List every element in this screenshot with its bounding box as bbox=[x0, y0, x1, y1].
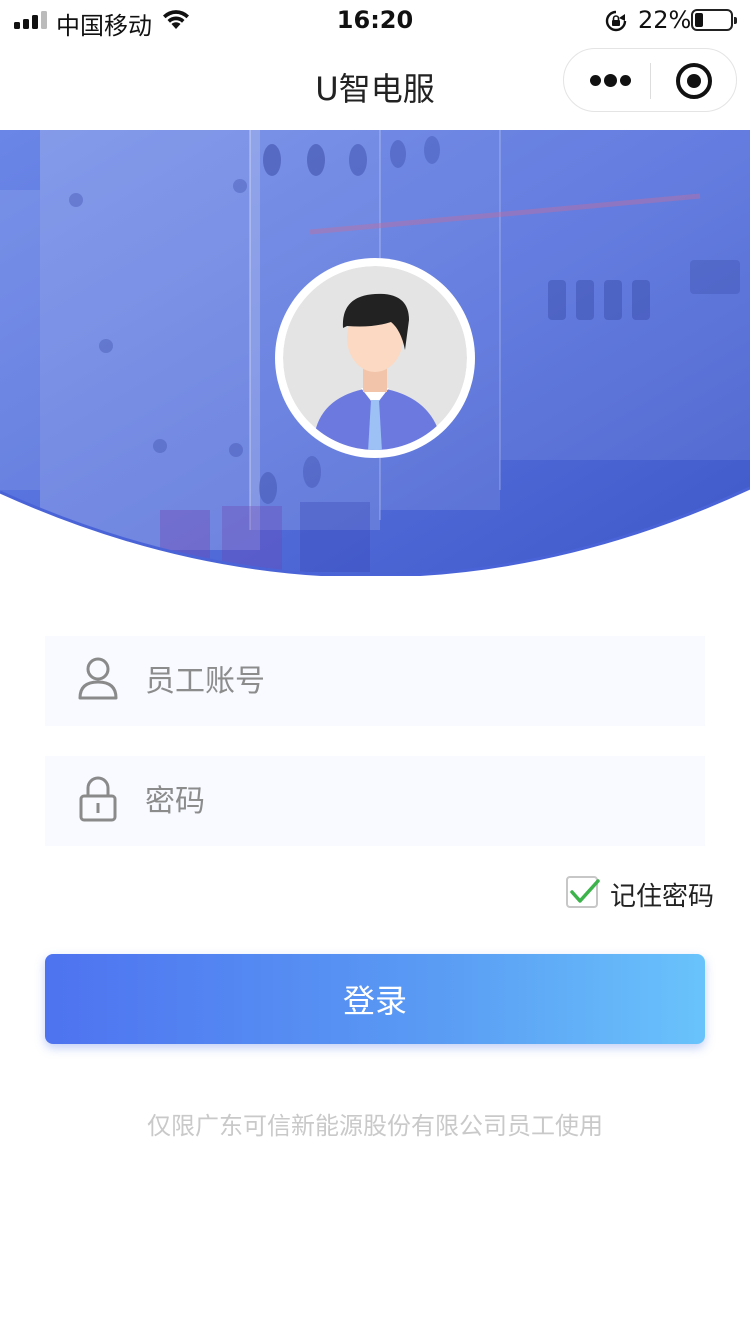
password-input[interactable] bbox=[145, 756, 685, 846]
password-field[interactable] bbox=[45, 756, 705, 846]
battery-percent: 22% bbox=[638, 6, 692, 34]
remember-label: 记住密码 bbox=[610, 882, 715, 912]
rotation-lock-icon bbox=[605, 10, 627, 32]
avatar bbox=[275, 258, 475, 458]
battery-icon bbox=[691, 9, 737, 31]
checkmark-icon bbox=[570, 879, 600, 903]
close-target-icon[interactable] bbox=[676, 63, 712, 99]
user-icon bbox=[78, 657, 118, 700]
status-bar: 中国移动 16:20 22% bbox=[0, 0, 750, 40]
more-icon[interactable] bbox=[590, 71, 631, 91]
username-input[interactable] bbox=[145, 636, 685, 726]
username-field[interactable] bbox=[45, 636, 705, 726]
login-button[interactable]: 登录 bbox=[45, 954, 705, 1044]
mini-program-capsule bbox=[563, 48, 737, 112]
capsule-divider bbox=[650, 63, 651, 99]
lock-icon bbox=[79, 776, 117, 822]
footer-note: 仅限广东可信新能源股份有限公司员工使用 bbox=[147, 1112, 603, 1140]
remember-checkbox[interactable] bbox=[566, 876, 600, 908]
